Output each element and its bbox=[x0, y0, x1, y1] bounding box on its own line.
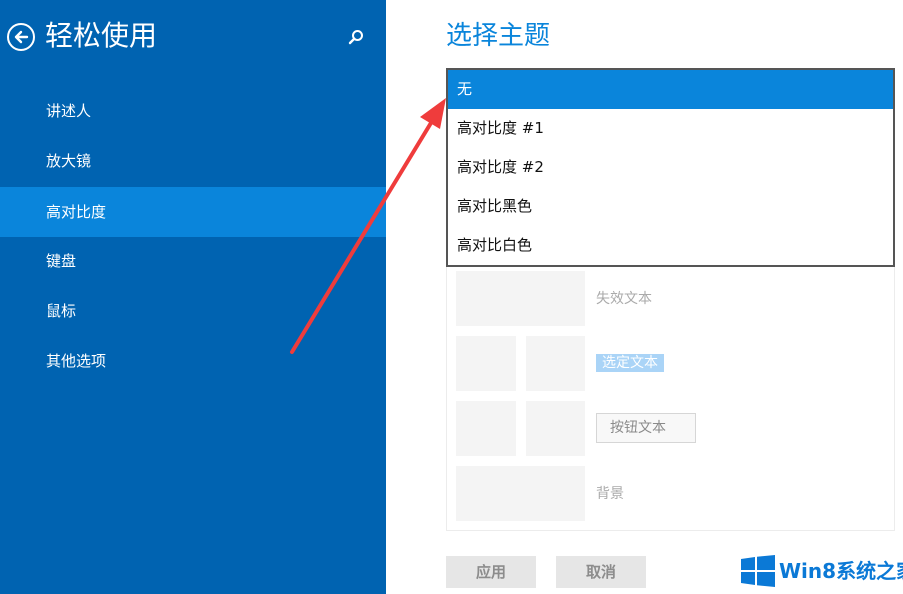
disabled-text-swatch[interactable] bbox=[456, 271, 585, 326]
annotation-arrow-icon bbox=[290, 98, 446, 354]
selected-text-fg-swatch[interactable] bbox=[526, 336, 585, 391]
theme-option-high-contrast-2[interactable]: 高对比度 #2 bbox=[448, 148, 893, 187]
cancel-button[interactable]: 取消 bbox=[556, 556, 646, 588]
disabled-text-label: 失效文本 bbox=[596, 291, 652, 307]
sidebar-item-label: 高对比度 bbox=[46, 203, 107, 221]
sidebar-header: 轻松使用 bbox=[0, 0, 386, 76]
button-text-sample: 按钮文本 bbox=[596, 413, 696, 443]
theme-dropdown-list[interactable]: 无 高对比度 #1 高对比度 #2 高对比黑色 高对比白色 bbox=[446, 68, 895, 267]
theme-option-high-contrast-white[interactable]: 高对比白色 bbox=[448, 226, 893, 265]
page-title: 选择主题 bbox=[446, 21, 551, 51]
selected-text-bg-swatch[interactable] bbox=[456, 336, 516, 391]
sidebar-item-label: 鼠标 bbox=[46, 302, 77, 320]
sidebar-item-label: 讲述人 bbox=[46, 102, 92, 120]
sidebar-item-label: 键盘 bbox=[46, 252, 77, 270]
background-label: 背景 bbox=[596, 486, 624, 502]
watermark: Win8系统之家 bbox=[739, 552, 903, 592]
sidebar-item-label: 放大镜 bbox=[46, 152, 92, 170]
button-text-fg-swatch[interactable] bbox=[526, 401, 585, 456]
background-swatch[interactable] bbox=[456, 466, 585, 521]
button-text-bg-swatch[interactable] bbox=[456, 401, 516, 456]
theme-option-none[interactable]: 无 bbox=[448, 70, 893, 109]
selected-text-label: 选定文本 bbox=[596, 354, 664, 372]
back-arrow-circle-icon[interactable] bbox=[7, 23, 35, 51]
theme-option-high-contrast-black[interactable]: 高对比黑色 bbox=[448, 187, 893, 226]
sidebar-title: 轻松使用 bbox=[45, 19, 158, 52]
apply-button[interactable]: 应用 bbox=[446, 556, 536, 588]
theme-option-high-contrast-1[interactable]: 高对比度 #1 bbox=[448, 109, 893, 148]
search-icon[interactable] bbox=[346, 28, 366, 48]
watermark-text: Win8系统之家 bbox=[779, 559, 903, 583]
windows-logo-icon bbox=[741, 555, 775, 587]
sidebar-item-label: 其他选项 bbox=[46, 352, 107, 370]
